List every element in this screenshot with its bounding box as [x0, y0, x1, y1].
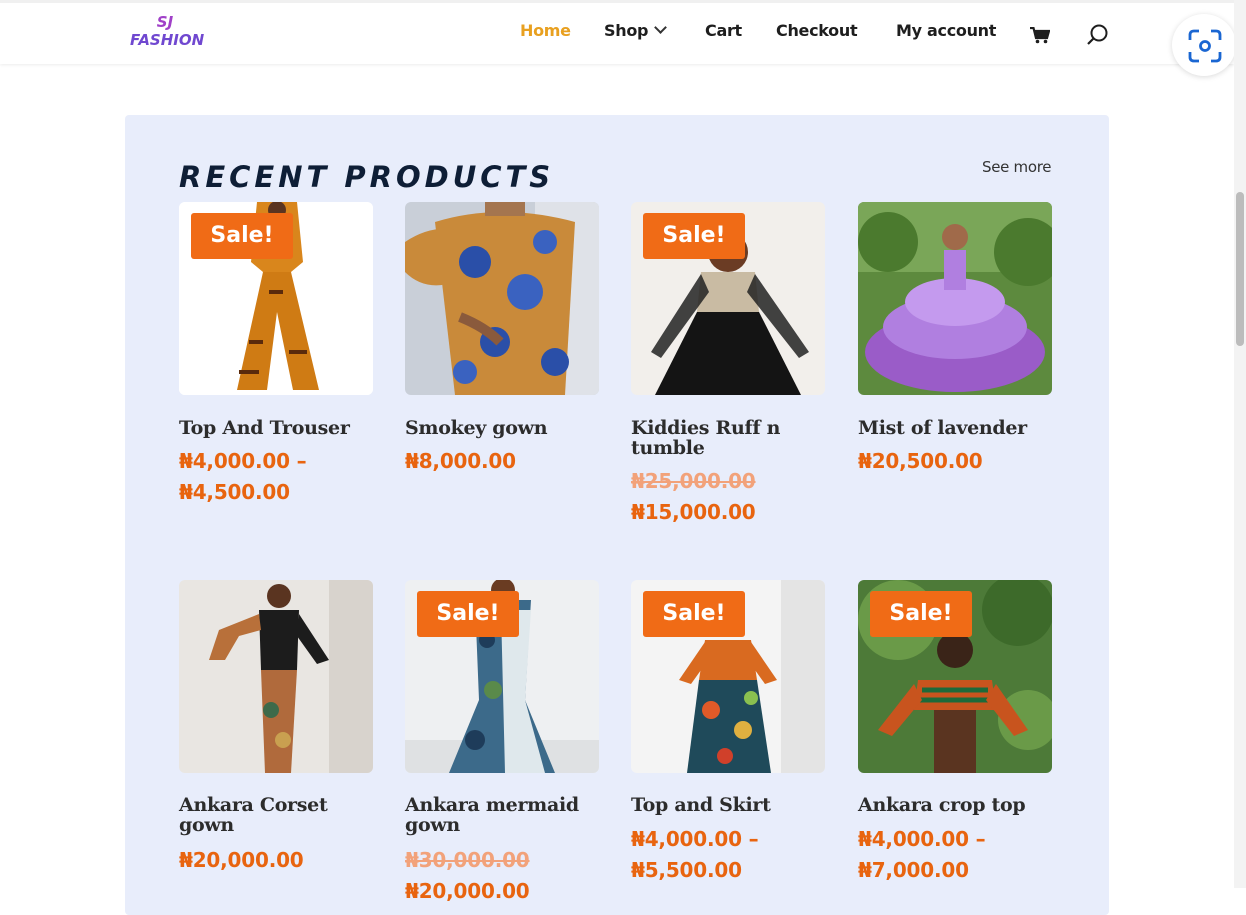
product-name[interactable]: Ankara crop top — [858, 795, 1053, 815]
nav-checkout[interactable]: Checkout — [776, 21, 858, 45]
price-range-start: ₦4,000.00 – — [858, 827, 986, 851]
product-price: ₦30,000.00 ₦20,000.00 — [405, 845, 605, 907]
price-range-end: ₦5,500.00 — [631, 858, 742, 882]
site-header: SJ FASHION Home Shop Cart Checkout My ac… — [0, 0, 1234, 64]
site-logo[interactable]: SJ FASHION — [130, 13, 205, 49]
nav-shop-label: Shop — [604, 21, 649, 40]
product-price: ₦20,500.00 — [858, 446, 1058, 477]
product-image-mist-of-lavender[interactable] — [858, 202, 1052, 395]
sale-badge: Sale! — [643, 591, 745, 637]
product-name[interactable]: Ankara mermaid gown — [405, 795, 600, 835]
price-current: ₦20,000.00 — [405, 879, 530, 903]
price-current: ₦8,000.00 — [405, 449, 516, 473]
lens-button[interactable] — [1172, 14, 1236, 76]
cart-icon[interactable] — [1030, 26, 1051, 49]
chevron-down-icon — [654, 21, 668, 34]
product-price: ₦20,000.00 — [179, 845, 379, 876]
logo-line-2: FASHION — [130, 31, 205, 49]
sale-badge: Sale! — [870, 591, 972, 637]
price-range-end: ₦7,000.00 — [858, 858, 969, 882]
product-image-top-and-skirt[interactable]: Sale! — [631, 580, 825, 773]
price-current: ₦15,000.00 — [631, 500, 756, 524]
product-image-kiddies-ruff-n-tumble[interactable]: Sale! — [631, 202, 825, 395]
product-name[interactable]: Top and Skirt — [631, 795, 826, 815]
product-image-top-and-trouser[interactable]: Sale! — [179, 202, 373, 395]
price-current: ₦20,000.00 — [179, 848, 304, 872]
product-name[interactable]: Kiddies Ruff n tumble — [631, 418, 826, 458]
product-name[interactable]: Smokey gown — [405, 418, 600, 438]
sale-badge: Sale! — [191, 213, 293, 259]
nav-shop[interactable]: Shop — [604, 21, 668, 45]
price-range-end: ₦4,500.00 — [179, 480, 290, 504]
product-name[interactable]: Top And Trouser — [179, 418, 374, 438]
price-current: ₦20,500.00 — [858, 449, 983, 473]
search-icon[interactable] — [1086, 23, 1110, 52]
product-price: ₦4,000.00 – ₦5,500.00 — [631, 824, 831, 886]
lens-icon — [1188, 29, 1222, 63]
product-name[interactable]: Ankara Corset gown — [179, 795, 374, 835]
product-image-ankara-mermaid-gown[interactable]: Sale! — [405, 580, 599, 773]
price-old: ₦30,000.00 — [405, 848, 530, 872]
section-title: RECENT PRODUCTS — [179, 160, 555, 194]
nav-cart[interactable]: Cart — [705, 21, 742, 45]
price-range-start: ₦4,000.00 – — [179, 449, 307, 473]
product-price: ₦4,000.00 – ₦7,000.00 — [858, 824, 1058, 886]
product-name[interactable]: Mist of lavender — [858, 418, 1053, 438]
price-old: ₦25,000.00 — [631, 469, 756, 493]
price-range-start: ₦4,000.00 – — [631, 827, 759, 851]
logo-line-1: SJ — [156, 13, 174, 31]
product-image-ankara-corset-gown[interactable] — [179, 580, 373, 773]
product-price: ₦25,000.00 ₦15,000.00 — [631, 466, 831, 528]
see-more-link[interactable]: See more — [982, 158, 1052, 176]
product-price: ₦8,000.00 — [405, 446, 605, 477]
nav-home[interactable]: Home — [520, 21, 571, 45]
sale-badge: Sale! — [643, 213, 745, 259]
sale-badge: Sale! — [417, 591, 519, 637]
product-price: ₦4,000.00 – ₦4,500.00 — [179, 446, 379, 508]
product-image-smokey-gown[interactable] — [405, 202, 599, 395]
nav-my-account[interactable]: My account — [896, 21, 996, 45]
scrollbar-thumb[interactable] — [1236, 192, 1244, 346]
scrollbar[interactable] — [1234, 0, 1246, 888]
product-image-ankara-crop-top[interactable]: Sale! — [858, 580, 1052, 773]
